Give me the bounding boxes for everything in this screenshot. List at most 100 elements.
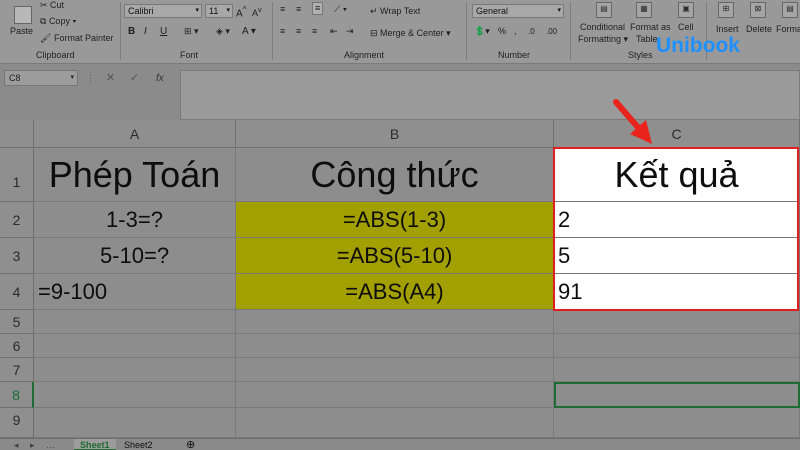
cell-a1[interactable]: Phép Toán (34, 148, 236, 202)
column-header-c[interactable]: C (554, 120, 800, 148)
cell-b2[interactable]: =ABS(1-3) (236, 202, 554, 238)
increase-decimal-icon[interactable]: .0 (528, 26, 535, 37)
cell-a4[interactable]: =9-100 (34, 274, 236, 310)
more-icon[interactable]: … (40, 439, 61, 450)
cell-c2[interactable]: 2 (554, 202, 800, 238)
cancel-icon[interactable]: ✕ (106, 73, 115, 84)
row-header-5[interactable]: 5 (0, 310, 34, 334)
cell-c5[interactable] (554, 310, 800, 334)
font-color-icon[interactable]: A ▾ (242, 26, 256, 37)
cell-c1[interactable]: Kết quả (554, 148, 800, 202)
cell-c3[interactable]: 5 (554, 238, 800, 274)
cut-label: Cut (50, 0, 65, 10)
borders-icon[interactable]: ⊞ ▾ (184, 26, 199, 37)
row-header-4[interactable]: 4 (0, 274, 34, 310)
column-header-a[interactable]: A (34, 120, 236, 148)
decrease-decimal-icon[interactable]: .00 (546, 26, 557, 37)
cell-b9[interactable] (236, 408, 554, 438)
paste-button[interactable]: Paste (10, 26, 33, 37)
cell-b1[interactable]: Công thức (236, 148, 554, 202)
unibook-watermark: Unibook (656, 34, 740, 57)
shrink-font-icon[interactable]: Av (252, 4, 262, 19)
cell-b3[interactable]: =ABS(5-10) (236, 238, 554, 274)
copy-label: Copy (48, 16, 70, 26)
italic-icon[interactable]: I (144, 26, 147, 37)
row-header-2[interactable]: 2 (0, 202, 34, 238)
fill-color-icon[interactable]: ◈ ▾ (216, 26, 230, 37)
alignment-group-label: Alignment (344, 50, 385, 60)
conditional-formatting-button[interactable]: Conditional (580, 22, 625, 33)
format-as-table-button[interactable]: Format as (630, 22, 671, 33)
row-header-1[interactable]: 1 (0, 148, 34, 202)
cell-a6[interactable] (34, 334, 236, 358)
align-top-icon[interactable]: ≡ (280, 4, 285, 15)
cell-b5[interactable] (236, 310, 554, 334)
format-painter-button[interactable]: 🖌 Format Painter (40, 33, 113, 44)
tab-sheet2[interactable]: Sheet2 (118, 439, 159, 450)
wrap-text-button[interactable]: ↵ Wrap Text (370, 6, 420, 17)
percent-icon[interactable]: % (498, 26, 506, 37)
row-header-6[interactable]: 6 (0, 334, 34, 358)
cell-c7[interactable] (554, 358, 800, 382)
select-all-corner[interactable] (0, 120, 34, 148)
align-bottom-icon[interactable]: ≡ (312, 2, 324, 15)
cell-a7[interactable] (34, 358, 236, 382)
scroll-left-icon[interactable]: ◂ (8, 439, 25, 450)
cell-c9[interactable] (554, 408, 800, 438)
align-middle-icon[interactable]: ≡ (296, 4, 301, 15)
underline-icon[interactable]: U (160, 26, 167, 37)
cell-a2[interactable]: 1-3=? (34, 202, 236, 238)
font-name-select[interactable]: Calibri ▾ (124, 4, 202, 18)
cell-c6[interactable] (554, 334, 800, 358)
align-center-icon[interactable]: ≡ (296, 26, 301, 37)
cell-b4[interactable]: =ABS(A4) (236, 274, 554, 310)
chevron-down-icon: ▾ (226, 7, 230, 14)
cell-a5[interactable] (34, 310, 236, 334)
font-size-value: 11 (209, 6, 219, 16)
format-button[interactable]: Format (776, 24, 800, 35)
row-header-3[interactable]: 3 (0, 238, 34, 274)
format-cells-icon: ▤ (782, 2, 798, 18)
comma-style-icon[interactable]: , (514, 26, 517, 37)
insert-function-icon[interactable]: fx (156, 73, 164, 84)
red-arrow-icon (613, 99, 652, 144)
cell-b6[interactable] (236, 334, 554, 358)
accounting-format-icon[interactable]: 💲▾ (474, 26, 490, 37)
cell-c8-selected[interactable] (554, 382, 800, 408)
paste-icon[interactable] (14, 6, 32, 24)
name-box[interactable]: C8 ▾ (4, 70, 78, 86)
orientation-icon[interactable]: ⟋ ▾ (334, 4, 347, 15)
cell-a3[interactable]: 5-10=? (34, 238, 236, 274)
increase-indent-icon[interactable]: ⇥ (346, 26, 354, 37)
formula-input[interactable] (180, 70, 800, 120)
formatting-text: Formatting (578, 34, 622, 44)
merge-center-button[interactable]: ⊟ Merge & Center ▾ (370, 28, 451, 39)
font-size-select[interactable]: 11 ▾ (205, 4, 233, 18)
column-header-b[interactable]: B (236, 120, 554, 148)
cell-c4[interactable]: 91 (554, 274, 800, 310)
cell-a9[interactable] (34, 408, 236, 438)
cell-b8[interactable] (236, 382, 554, 408)
row-header-7[interactable]: 7 (0, 358, 34, 382)
ribbon: Paste ✂ Cut ⧉ Copy ▾ 🖌 Format Painter Cl… (0, 0, 800, 64)
row-header-9[interactable]: 9 (0, 408, 34, 438)
conditional-formatting-icon: ▤ (596, 2, 612, 18)
align-left-icon[interactable]: ≡ (280, 26, 285, 37)
enter-icon[interactable]: ✓ (130, 73, 139, 84)
align-right-icon[interactable]: ≡ (312, 26, 317, 37)
cell-b7[interactable] (236, 358, 554, 382)
tab-sheet1[interactable]: Sheet1 (74, 439, 116, 450)
decrease-indent-icon[interactable]: ⇤ (330, 26, 338, 37)
cut-button[interactable]: ✂ Cut (40, 0, 64, 11)
delete-button[interactable]: Delete (746, 24, 772, 35)
row-header-8[interactable]: 8 (0, 382, 34, 408)
cell-styles-button[interactable]: Cell (678, 22, 694, 33)
formatting-label: Formatting ▾ (578, 34, 628, 45)
grow-font-icon[interactable]: A^ (236, 4, 247, 19)
add-sheet-icon[interactable]: ⊕ (180, 439, 201, 450)
copy-button[interactable]: ⧉ Copy ▾ (40, 16, 76, 27)
bold-icon[interactable]: B (128, 26, 135, 37)
scroll-right-icon[interactable]: ▸ (24, 439, 41, 450)
number-format-select[interactable]: General ▾ (472, 4, 564, 18)
cell-a8[interactable] (34, 382, 236, 408)
